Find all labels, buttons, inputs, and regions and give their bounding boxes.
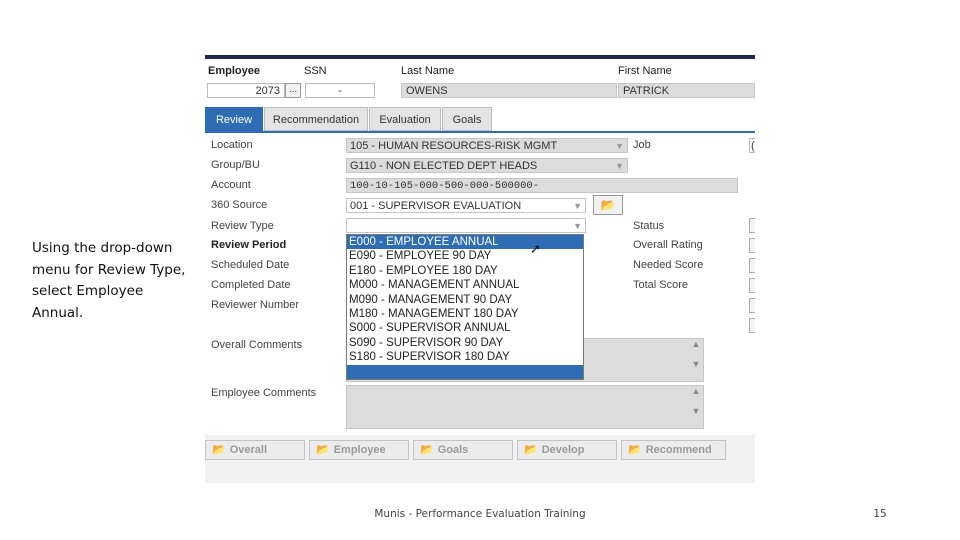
location-value: 105 - HUMAN RESOURCES-RISK MGMT: [350, 140, 558, 152]
dropdown-option[interactable]: S180 - SUPERVISOR 180 DAY: [347, 350, 583, 364]
total-score-label: Total Score: [633, 279, 689, 291]
job-field[interactable]: (: [749, 138, 755, 153]
first-name-field[interactable]: PATRICK: [618, 83, 755, 98]
completed-date-label: Completed Date: [211, 279, 291, 291]
folder-icon: 📂: [316, 444, 330, 456]
account-field[interactable]: 100-10-105-000-500-000-500000-: [346, 178, 738, 193]
dropdown-option[interactable]: E000 - EMPLOYEE ANNUAL: [347, 235, 583, 250]
goals-button-label: Goals: [437, 444, 469, 456]
munis-screenshot: Employee SSN Last Name First Name 2073 .…: [205, 55, 755, 483]
develop-button-label: Develop: [541, 444, 585, 456]
folder-icon: 📂: [524, 444, 538, 456]
recommend-button[interactable]: 📂 Recommend: [621, 440, 726, 460]
right-field-5[interactable]: [749, 298, 755, 313]
group-bu-value: G110 - NON ELECTED DEPT HEADS: [350, 160, 538, 172]
account-label: Account: [211, 179, 251, 191]
overall-rating-field[interactable]: [749, 238, 755, 253]
source-360-select[interactable]: 001 - SUPERVISOR EVALUATION ▼: [346, 198, 586, 213]
dropdown-option[interactable]: E090 - EMPLOYEE 90 DAY: [347, 249, 583, 263]
folder-open-icon[interactable]: 📂: [593, 195, 623, 215]
folder-icon: 📂: [420, 444, 434, 456]
employee-button[interactable]: 📂 Employee: [309, 440, 409, 460]
last-name-label: Last Name: [401, 65, 455, 77]
employee-comments-textarea[interactable]: ▲ ▼: [346, 385, 704, 429]
tab-evaluation[interactable]: Evaluation: [369, 107, 441, 131]
right-field-6[interactable]: [749, 318, 755, 333]
instruction-text: Using the drop-down menu for Review Type…: [32, 240, 186, 321]
employee-number-field[interactable]: 2073: [207, 83, 285, 98]
tab-review[interactable]: Review: [205, 107, 263, 131]
status-field[interactable]: [749, 218, 755, 233]
overall-comments-label: Overall Comments: [211, 339, 303, 351]
needed-score-label: Needed Score: [633, 259, 704, 271]
location-label: Location: [211, 139, 253, 151]
location-select[interactable]: 105 - HUMAN RESOURCES-RISK MGMT ▼: [346, 138, 628, 153]
group-bu-label: Group/BU: [211, 159, 260, 171]
dropdown-footer-bar: [347, 365, 583, 379]
ssn-field[interactable]: -: [305, 83, 375, 98]
reviewer-number-label: Reviewer Number: [211, 299, 300, 311]
group-bu-select[interactable]: G110 - NON ELECTED DEPT HEADS ▼: [346, 158, 628, 173]
mouse-cursor-icon: ➚: [530, 241, 541, 256]
job-label: Job: [633, 139, 651, 151]
scrollbar[interactable]: ▲ ▼: [689, 339, 703, 381]
tab-goals[interactable]: Goals: [442, 107, 492, 131]
chevron-down-icon: ▼: [615, 141, 624, 151]
folder-icon: 📂: [628, 444, 642, 456]
chevron-down-icon: ▼: [573, 221, 582, 231]
employee-button-label: Employee: [333, 444, 386, 456]
first-name-label: First Name: [618, 65, 672, 77]
overall-rating-label: Overall Rating: [633, 239, 703, 251]
source-360-label: 360 Source: [211, 199, 268, 211]
scrollbar[interactable]: ▲ ▼: [689, 386, 703, 428]
total-score-field[interactable]: [749, 278, 755, 293]
dropdown-option[interactable]: S090 - SUPERVISOR 90 DAY: [347, 336, 583, 350]
dropdown-option[interactable]: E180 - EMPLOYEE 180 DAY: [347, 264, 583, 278]
employee-comments-label: Employee Comments: [211, 387, 317, 399]
employee-label: Employee: [208, 65, 260, 77]
folder-icon: 📂: [212, 444, 226, 456]
footer-title: Munis - Performance Evaluation Training: [374, 508, 586, 520]
employee-lookup-button[interactable]: ...: [285, 83, 301, 98]
needed-score-field[interactable]: [749, 258, 755, 273]
review-type-select[interactable]: ▼: [346, 218, 586, 233]
develop-button[interactable]: 📂 Develop: [517, 440, 617, 460]
last-name-field[interactable]: OWENS: [401, 83, 617, 98]
dropdown-option[interactable]: M000 - MANAGEMENT ANNUAL: [347, 278, 583, 292]
source-360-value: 001 - SUPERVISOR EVALUATION: [350, 200, 522, 212]
page-number: 15: [873, 508, 887, 520]
chevron-down-icon: ▼: [573, 201, 582, 211]
chevron-down-icon: ▼: [615, 161, 624, 171]
dropdown-option[interactable]: M090 - MANAGEMENT 90 DAY: [347, 293, 583, 307]
overall-button-label: Overall: [229, 444, 268, 456]
recommend-button-label: Recommend: [645, 444, 712, 456]
scheduled-date-label: Scheduled Date: [211, 259, 290, 271]
goals-button[interactable]: 📂 Goals: [413, 440, 513, 460]
dropdown-option[interactable]: S000 - SUPERVISOR ANNUAL: [347, 321, 583, 335]
tab-bar: Review Recommendation Evaluation Goals: [205, 107, 755, 133]
review-type-dropdown-list[interactable]: E000 - EMPLOYEE ANNUAL E090 - EMPLOYEE 9…: [346, 234, 584, 380]
tab-recommendation[interactable]: Recommendation: [264, 107, 368, 131]
review-period-label: Review Period: [211, 239, 287, 251]
review-type-label: Review Type: [211, 220, 274, 232]
window-top-bar: [205, 55, 755, 59]
overall-button[interactable]: 📂 Overall: [205, 440, 305, 460]
ssn-label: SSN: [304, 65, 327, 77]
dropdown-option[interactable]: M180 - MANAGEMENT 180 DAY: [347, 307, 583, 321]
status-label: Status: [633, 220, 665, 232]
